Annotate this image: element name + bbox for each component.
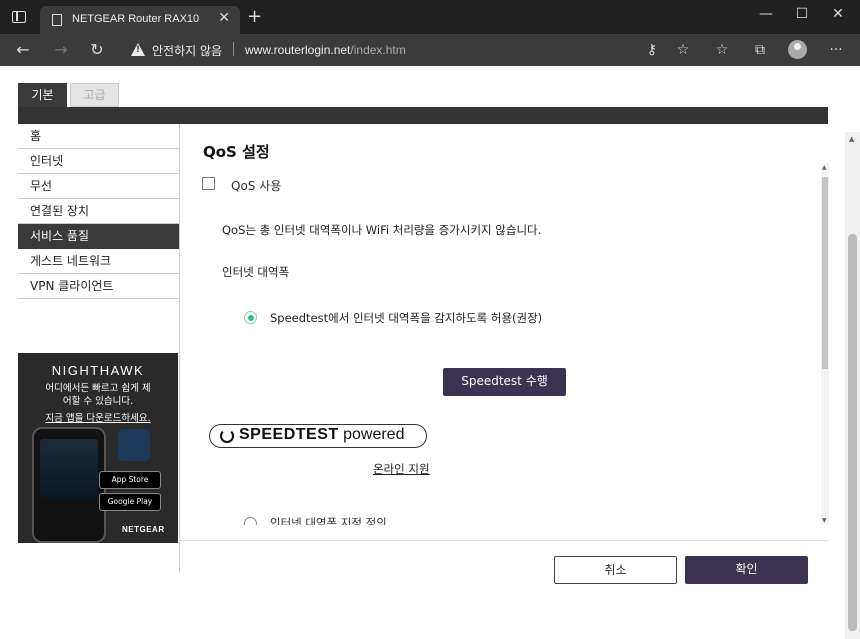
sidebar-item-wireless[interactable]: 무선 [18,174,179,199]
qos-enable-label[interactable]: QoS 사용 [231,177,281,194]
sidebar-item-internet[interactable]: 인터넷 [18,149,179,174]
tab-title: NETGEAR Router RAX10 [72,13,200,25]
page-scroll-up-icon[interactable]: ▲ [849,135,854,143]
sidebar-item-guest-network[interactable]: 게스트 네트워크 [18,249,179,274]
app-store-badge[interactable]: App Store [99,471,161,489]
scroll-up-icon[interactable]: ▲ [822,164,827,171]
sidebar-item-qos[interactable]: 서비스 품질 [18,224,179,249]
sidebar: 홈 인터넷 무선 연결된 장치 서비스 품질 게스트 네트워크 VPN 클라이언… [18,124,179,299]
speedtest-logo-text: SPEEDTEST powered [239,426,404,444]
sidebar-item-attached-devices[interactable]: 연결된 장치 [18,199,179,224]
netgear-logo: NETGEAR [122,525,165,534]
router-page: 기본 고급 홈 인터넷 무선 연결된 장치 서비스 품질 게스트 네트워크 VP… [0,66,860,639]
header-bar [18,107,828,124]
page-scrollbar[interactable]: ▲ [845,132,860,639]
content-scrollbar[interactable]: ▲ ▼ [821,163,829,525]
content-scroll-thumb[interactable] [822,177,828,369]
google-play-badge[interactable]: Google Play [99,493,161,511]
speedtest-radio[interactable] [244,311,257,324]
sidebar-item-home[interactable]: 홈 [18,124,179,149]
qos-enable-checkbox[interactable] [202,177,215,190]
back-icon[interactable]: ← [12,40,34,60]
key-icon[interactable]: ⚷ [642,42,662,58]
qos-settings-panel: QoS 사용 QoS는 총 인터넷 대역폭이나 WiFi 처리량을 증가시키지 … [180,163,829,525]
favorite-add-icon[interactable]: ☆ [673,42,693,58]
tab-basic[interactable]: 기본 [18,83,67,107]
sidebar-item-vpn-client[interactable]: VPN 클라이언트 [18,274,179,299]
speedtest-gauge-icon [220,429,234,443]
manual-bandwidth-radio[interactable] [244,517,257,525]
tab-advanced[interactable]: 고급 [70,83,119,107]
cancel-button[interactable]: 취소 [554,556,677,584]
phone-image [32,427,106,543]
manual-bandwidth-label[interactable]: 인터넷 대역폭 지정 정의 [270,515,387,525]
promo-download-link[interactable]: 지금 앱을 다운로드하세요. [18,410,178,424]
page-icon [52,14,62,26]
page-scroll-thumb[interactable] [848,234,857,631]
browser-titlebar: NETGEAR Router RAX10 ✕ + — ☐ ✕ [0,0,860,34]
address-bar: ← → ↻ 안전하지 않음 www.routerlogin.net/index.… [0,34,860,66]
warning-icon[interactable] [131,43,145,56]
forward-icon[interactable]: → [50,40,72,60]
bandwidth-label: 인터넷 대역폭 [222,265,290,279]
collections-icon[interactable]: ⧉ [750,42,770,58]
profile-icon[interactable] [788,40,807,59]
speedtest-logo: SPEEDTEST powered [209,424,427,448]
url-divider [233,42,234,56]
close-window-button[interactable]: ✕ [818,4,858,26]
new-tab-icon[interactable]: + [247,6,262,27]
promo-brand: NIGHTHAWK [51,363,145,378]
security-status[interactable]: 안전하지 않음 [152,42,222,59]
browser-tab[interactable]: NETGEAR Router RAX10 ✕ [40,6,240,34]
online-support-link[interactable]: 온라인 지원 [373,461,430,477]
favorites-icon[interactable]: ☆ [712,42,732,58]
url-host: www.routerlogin.net [245,43,351,57]
minimize-button[interactable]: — [746,4,786,26]
promo-text-2: 어할 수 있습니다. [62,396,134,407]
page-title: QoS 설정 [203,143,270,161]
qos-note: QoS는 총 인터넷 대역폭이나 WiFi 처리량을 증가시키지 않습니다. [222,223,542,237]
url-field[interactable]: www.routerlogin.net/index.htm [245,43,406,57]
tab-actions-icon[interactable] [12,11,26,23]
more-icon[interactable]: ··· [826,42,846,58]
maximize-button[interactable]: ☐ [782,4,822,26]
nighthawk-promo[interactable]: NIGHTHAWK 어디에서든 빠르고 쉽게 제 어할 수 있습니다. 지금 앱… [18,353,178,543]
scroll-down-icon[interactable]: ▼ [822,517,827,524]
run-speedtest-button[interactable]: Speedtest 수행 [443,368,566,396]
wifi-app-icon [118,429,150,461]
apply-button[interactable]: 확인 [685,556,808,584]
promo-text-1: 어디에서든 빠르고 쉽게 제 [45,383,151,394]
refresh-icon[interactable]: ↻ [86,40,108,60]
url-path: /index.htm [350,43,406,57]
speedtest-logo-rest: powered [338,426,405,443]
close-tab-icon[interactable]: ✕ [218,10,230,26]
speedtest-radio-label[interactable]: Speedtest에서 인터넷 대역폭을 감지하도록 허용(권장) [270,310,542,326]
speedtest-logo-bold: SPEEDTEST [239,426,339,443]
footer-divider [180,540,828,541]
